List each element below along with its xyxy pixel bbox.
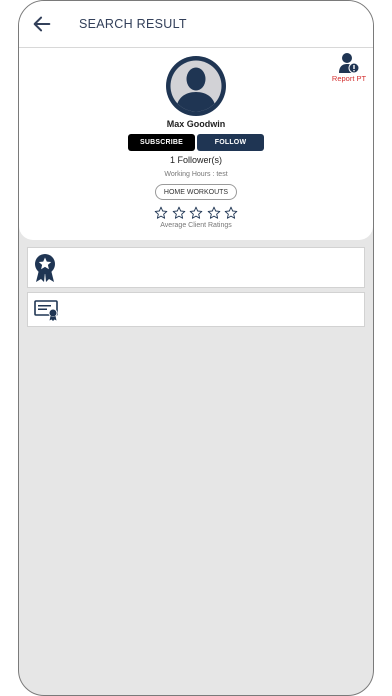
top-app-bar: SEARCH RESULT <box>19 1 373 48</box>
specialty-tag[interactable]: HOME WORKOUTS <box>155 184 237 200</box>
award-ribbon-icon <box>35 254 55 282</box>
star-outline-icon <box>207 206 220 219</box>
back-arrow-icon[interactable] <box>31 13 53 35</box>
star-outline-icon <box>154 206 168 219</box>
app-screen: SEARCH RESULT Report PT Max Goodwin SUBS… <box>18 0 374 696</box>
average-ratings-label: Average Client Ratings <box>160 222 232 229</box>
action-buttons: SUBSCRIBE FOLLOW <box>128 134 264 151</box>
star-outline-icon <box>189 206 203 219</box>
follower-count: 1 Follower(s) <box>169 155 222 165</box>
rating-stars <box>154 206 238 220</box>
trainer-name: Max Goodwin <box>166 119 226 129</box>
star-outline-icon <box>224 206 238 219</box>
certificate-icon <box>34 300 58 321</box>
star-outline-icon <box>172 206 185 219</box>
user-report-icon <box>339 53 360 74</box>
report-pt-label: Report PT <box>331 74 367 83</box>
page-title: SEARCH RESULT <box>79 17 187 31</box>
subscribe-button[interactable]: SUBSCRIBE <box>128 134 195 151</box>
user-avatar-icon <box>166 56 226 116</box>
achievements-card[interactable] <box>27 247 365 288</box>
follow-button[interactable]: FOLLOW <box>197 134 264 151</box>
working-hours: Working Hours : test <box>164 171 228 178</box>
trainer-profile-card: Report PT Max Goodwin SUBSCRIBE FOLLOW 1… <box>19 48 373 240</box>
certifications-card[interactable] <box>27 292 365 327</box>
report-pt-button[interactable]: Report PT <box>327 52 371 86</box>
